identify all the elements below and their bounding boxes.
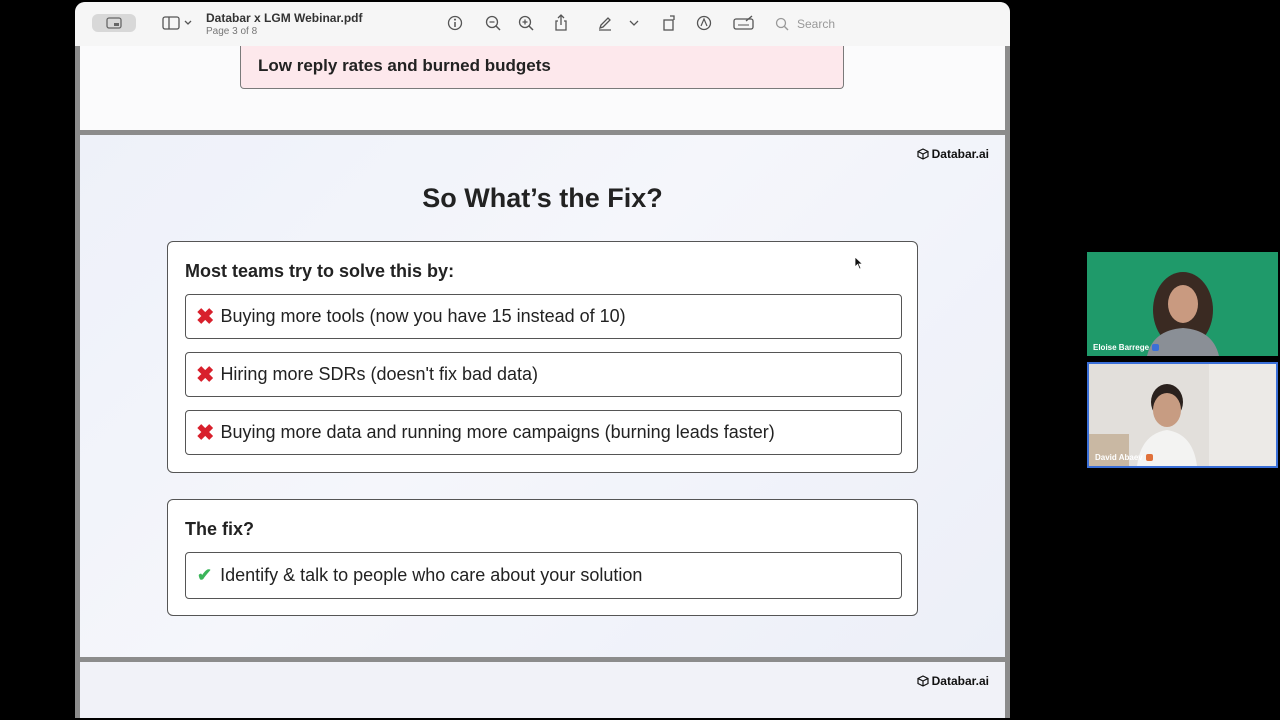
info-icon [447, 15, 463, 31]
callout-box: Low reply rates and burned budgets [240, 46, 844, 89]
video-tile[interactable]: Eloise Barrege [1087, 252, 1278, 356]
sidebar-icon [162, 16, 192, 30]
problems-heading: Most teams try to solve this by: [185, 261, 455, 281]
info-button[interactable] [445, 12, 465, 34]
zoom-out-button[interactable] [483, 12, 503, 34]
x-mark-icon: ✖ [196, 419, 215, 445]
mouse-cursor-icon [854, 256, 864, 270]
pen-icon [598, 17, 611, 31]
page-indicator: Page 3 of 8 [206, 26, 258, 37]
form-fill-button[interactable] [732, 12, 756, 34]
fix-card: The fix? ✔ Identify & talk to people who… [167, 499, 918, 616]
rotate-icon [663, 15, 675, 31]
problem-item: ✖ Buying more data and running more camp… [185, 410, 902, 455]
brand-name: Databar.ai [931, 147, 989, 161]
viewer-toolbar: Databar x LGM Webinar.pdf Page 3 of 8 Se… [75, 2, 1010, 47]
zoom-in-button[interactable] [516, 12, 536, 34]
checkmark-icon: ✔ [197, 565, 213, 585]
zoom-out-icon [485, 15, 501, 31]
participant-name: David Abaev [1095, 453, 1143, 462]
participant-name-tag: Eloise Barrege [1093, 343, 1160, 352]
highlight-button[interactable] [595, 12, 615, 34]
participant-video [1147, 272, 1219, 356]
markup-button[interactable] [694, 12, 714, 34]
brand-name: Databar.ai [931, 674, 989, 688]
search-placeholder: Search [797, 17, 836, 31]
document-area[interactable]: Low reply rates and burned budgets Datab… [75, 46, 1010, 718]
problem-text: Buying more data and running more campai… [220, 422, 775, 442]
problem-item: ✖ Buying more tools (now you have 15 ins… [185, 294, 902, 339]
share-button[interactable] [551, 12, 571, 34]
problem-item: ✖ Hiring more SDRs (doesn't fix bad data… [185, 352, 902, 397]
markup-icon [696, 15, 712, 31]
sidebar-toggle-button[interactable] [160, 12, 194, 34]
status-badge [1145, 454, 1153, 461]
rotate-button[interactable] [659, 12, 679, 34]
pdf-page-4: Databar.ai [80, 662, 1005, 718]
problem-text: Hiring more SDRs (doesn't fix bad data) [220, 364, 539, 384]
search-input[interactable]: Search [775, 14, 1000, 34]
slide-title: So What’s the Fix? [422, 183, 663, 213]
zoom-in-icon [518, 15, 534, 31]
participant-name-tag: David Abaev [1095, 453, 1153, 462]
search-icon [775, 17, 789, 31]
callout-text: Low reply rates and burned budgets [258, 56, 551, 75]
pdf-viewer-window: Databar x LGM Webinar.pdf Page 3 of 8 Se… [75, 2, 1010, 718]
brand-logo: Databar.ai [917, 674, 989, 688]
problem-text: Buying more tools (now you have 15 inste… [220, 306, 626, 326]
cube-logo-icon [917, 675, 929, 687]
x-mark-icon: ✖ [196, 303, 215, 329]
window-switcher-button[interactable] [92, 14, 136, 32]
status-badge [1152, 344, 1160, 351]
x-mark-icon: ✖ [196, 361, 215, 387]
video-tile[interactable]: David Abaev [1087, 362, 1278, 468]
pdf-page-2: Low reply rates and burned budgets [80, 46, 1005, 130]
document-title: Databar x LGM Webinar.pdf [206, 11, 363, 25]
fix-heading: The fix? [185, 519, 255, 539]
highlight-options-button[interactable] [627, 12, 641, 34]
window-icon [106, 17, 122, 29]
signature-icon [733, 15, 754, 30]
pdf-page-3: Databar.ai So What’s the Fix? Most teams… [80, 135, 1005, 657]
fix-text: Identify & talk to people who care about… [220, 565, 643, 585]
brand-logo: Databar.ai [917, 147, 989, 161]
cube-logo-icon [917, 148, 929, 160]
participant-name: Eloise Barrege [1093, 343, 1150, 352]
problems-card: Most teams try to solve this by: ✖ Buyin… [167, 241, 918, 473]
fix-item: ✔ Identify & talk to people who care abo… [185, 552, 902, 599]
share-icon [555, 14, 567, 31]
chevron-down-icon [629, 20, 639, 26]
participant-video [1089, 364, 1276, 466]
